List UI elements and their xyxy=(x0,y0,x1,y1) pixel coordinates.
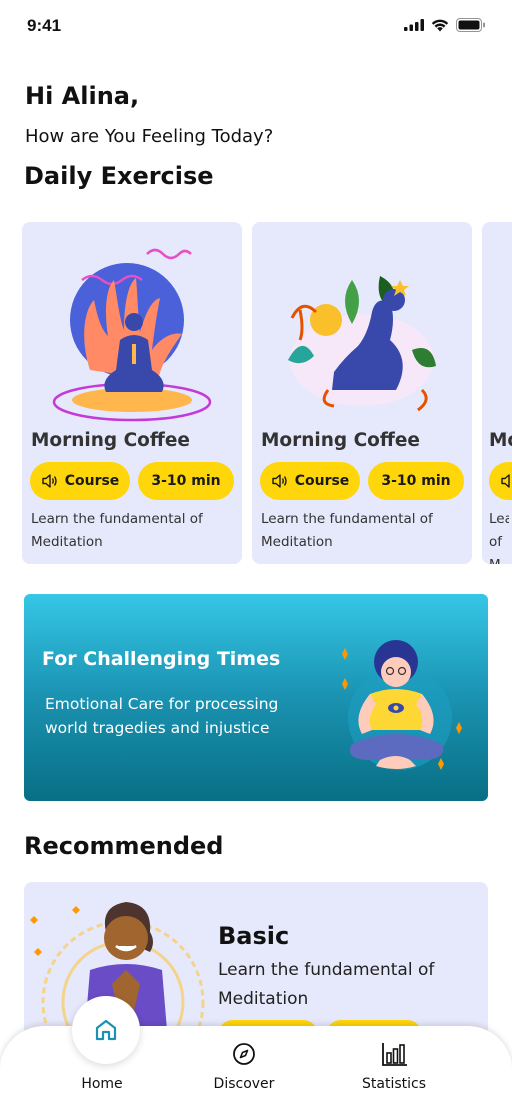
meditating-person-illustration xyxy=(342,640,462,770)
tab-home-button[interactable] xyxy=(72,996,140,1064)
subtitle: How are You Feeling Today? xyxy=(25,126,274,147)
duration-label: 3-10 min xyxy=(151,473,221,489)
card-title: Morning Coffee xyxy=(31,430,190,451)
tab-home-label[interactable]: Home xyxy=(62,1076,142,1092)
duration-pill[interactable]: 3-10 min xyxy=(138,462,234,500)
battery-icon xyxy=(456,18,485,32)
card-description: Learn the fundamental of Meditation xyxy=(31,511,203,550)
exercise-card[interactable]: Mo Lea of M xyxy=(482,222,512,564)
greeting: Hi Alina, xyxy=(25,82,140,110)
speaker-icon xyxy=(501,474,510,488)
course-pill[interactable] xyxy=(489,462,512,500)
duration-label: 3-10 min xyxy=(381,473,451,489)
bar-chart-icon[interactable] xyxy=(382,1042,408,1066)
exercise-card[interactable]: Morning Coffee Course 3-10 min Learn the… xyxy=(252,222,472,564)
recommended-card-title: Basic xyxy=(218,922,290,950)
exercise-card[interactable]: Morning Coffee Course 3-10 min Learn the… xyxy=(22,222,242,564)
speaker-icon xyxy=(42,474,57,488)
duration-pill[interactable]: 3-10 min xyxy=(368,462,464,500)
course-pill[interactable]: Course xyxy=(30,462,130,500)
status-icons xyxy=(404,18,486,32)
compass-icon[interactable] xyxy=(232,1042,256,1066)
status-bar: 9:41 xyxy=(0,0,512,52)
banner-description: Emotional Care for processing world trag… xyxy=(45,695,279,737)
wifi-icon xyxy=(431,19,449,31)
tab-statistics-label[interactable]: Statistics xyxy=(344,1076,444,1092)
card-description: Lea of M xyxy=(489,511,509,564)
woman-with-leaves-illustration xyxy=(288,276,436,412)
cellular-signal-icon xyxy=(404,19,424,31)
meditation-hands-illustration xyxy=(52,248,212,422)
recommended-card-description: Learn the fundamental of Meditation xyxy=(218,960,435,1009)
daily-exercise-title: Daily Exercise xyxy=(24,162,214,190)
tab-discover-label[interactable]: Discover xyxy=(204,1076,284,1092)
banner-title: For Challenging Times xyxy=(42,648,281,670)
status-time: 9:41 xyxy=(27,16,62,35)
card-title: Morning Coffee xyxy=(261,430,420,451)
home-icon xyxy=(95,1019,117,1041)
course-label: Course xyxy=(64,473,120,489)
challenging-times-banner[interactable]: For Challenging Times Emotional Care for… xyxy=(24,594,488,801)
course-label: Course xyxy=(294,473,350,489)
course-pill[interactable]: Course xyxy=(260,462,360,500)
card-description: Learn the fundamental of Meditation xyxy=(261,511,433,550)
card-title: Mo xyxy=(489,430,512,451)
recommended-title: Recommended xyxy=(24,832,224,860)
speaker-icon xyxy=(272,474,287,488)
